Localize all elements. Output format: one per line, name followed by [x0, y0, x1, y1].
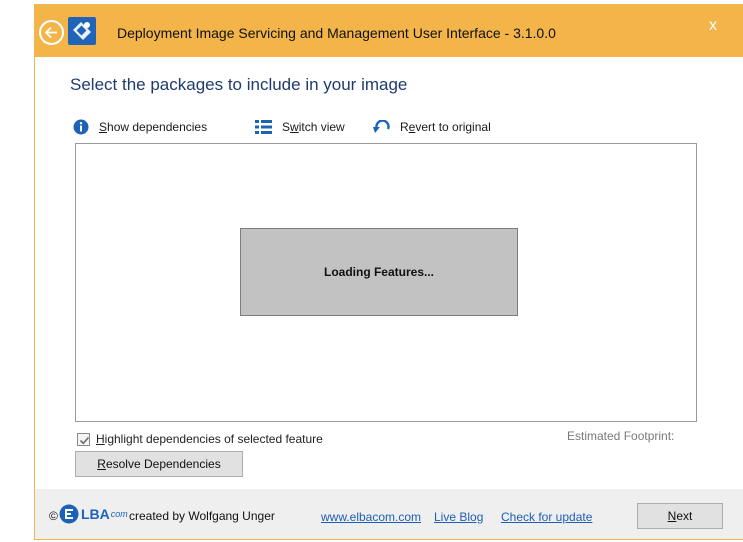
- title-bar: Deployment Image Servicing and Managemen…: [35, 5, 743, 57]
- next-mnemonic: N: [667, 509, 677, 523]
- list-view-icon: [255, 120, 272, 134]
- back-arrow-icon: [44, 26, 57, 39]
- show-dependencies-label: how dependencies: [107, 120, 208, 134]
- checkmark-icon: [79, 436, 90, 444]
- footer-bar: © LBA com created by Wolfgang Unger www.…: [35, 489, 743, 539]
- copyright-symbol: ©: [49, 509, 58, 523]
- show-dependencies-button[interactable]: Show dependencies: [73, 117, 207, 137]
- live-blog-link[interactable]: Live Blog: [434, 510, 483, 524]
- show-dependencies-mnemonic: S: [99, 120, 108, 134]
- loading-indicator: Loading Features...: [240, 228, 518, 316]
- app-window: Deployment Image Servicing and Managemen…: [34, 4, 743, 540]
- estimated-footprint-label: Estimated Footprint:: [567, 429, 675, 443]
- logo-sub: com: [110, 509, 128, 519]
- highlight-label-text: ighlight dependencies of selected featur…: [104, 432, 323, 446]
- check-for-update-link[interactable]: Check for update: [501, 510, 592, 524]
- resolve-dependencies-button[interactable]: Resolve Dependencies: [75, 451, 243, 477]
- switch-view-label: itch view: [298, 120, 345, 134]
- highlight-mnemonic: H: [96, 432, 105, 446]
- window-title: Deployment Image Servicing and Managemen…: [117, 25, 556, 41]
- logo-text: LBA: [81, 506, 110, 522]
- website-link[interactable]: www.elbacom.com: [321, 510, 421, 524]
- close-button[interactable]: x: [703, 16, 723, 36]
- features-list-panel[interactable]: Loading Features...: [75, 143, 697, 422]
- page-heading: Select the packages to include in your i…: [70, 75, 408, 94]
- highlight-dependencies-checkbox[interactable]: [77, 432, 90, 446]
- switch-view-prefix: S: [282, 120, 291, 134]
- app-logo-icon: [67, 16, 97, 46]
- back-button[interactable]: [39, 20, 64, 45]
- highlight-dependencies-label: Highlight dependencies of selected featu…: [96, 432, 323, 446]
- highlight-dependencies-checkbox-row[interactable]: Highlight dependencies of selected featu…: [77, 431, 323, 447]
- elbacom-logo: LBA com: [59, 501, 128, 527]
- next-button[interactable]: Next: [637, 503, 723, 529]
- toolbar: Show dependencies Switch view Revert to …: [73, 117, 673, 137]
- revert-label: vert to original: [415, 120, 491, 134]
- author-credit: created by Wolfgang Unger: [129, 509, 275, 523]
- switch-view-button[interactable]: Switch view: [255, 117, 345, 137]
- revert-prefix: R: [400, 120, 409, 134]
- resolve-mnemonic: R: [97, 457, 106, 471]
- elbacom-e-icon: [59, 504, 79, 524]
- revert-to-original-button[interactable]: Revert to original: [373, 117, 491, 137]
- resolve-label: esolve Dependencies: [105, 457, 221, 471]
- next-label: ext: [676, 509, 693, 523]
- undo-icon: [373, 120, 390, 133]
- info-icon: [73, 119, 89, 135]
- switch-view-mnemonic: w: [290, 120, 299, 134]
